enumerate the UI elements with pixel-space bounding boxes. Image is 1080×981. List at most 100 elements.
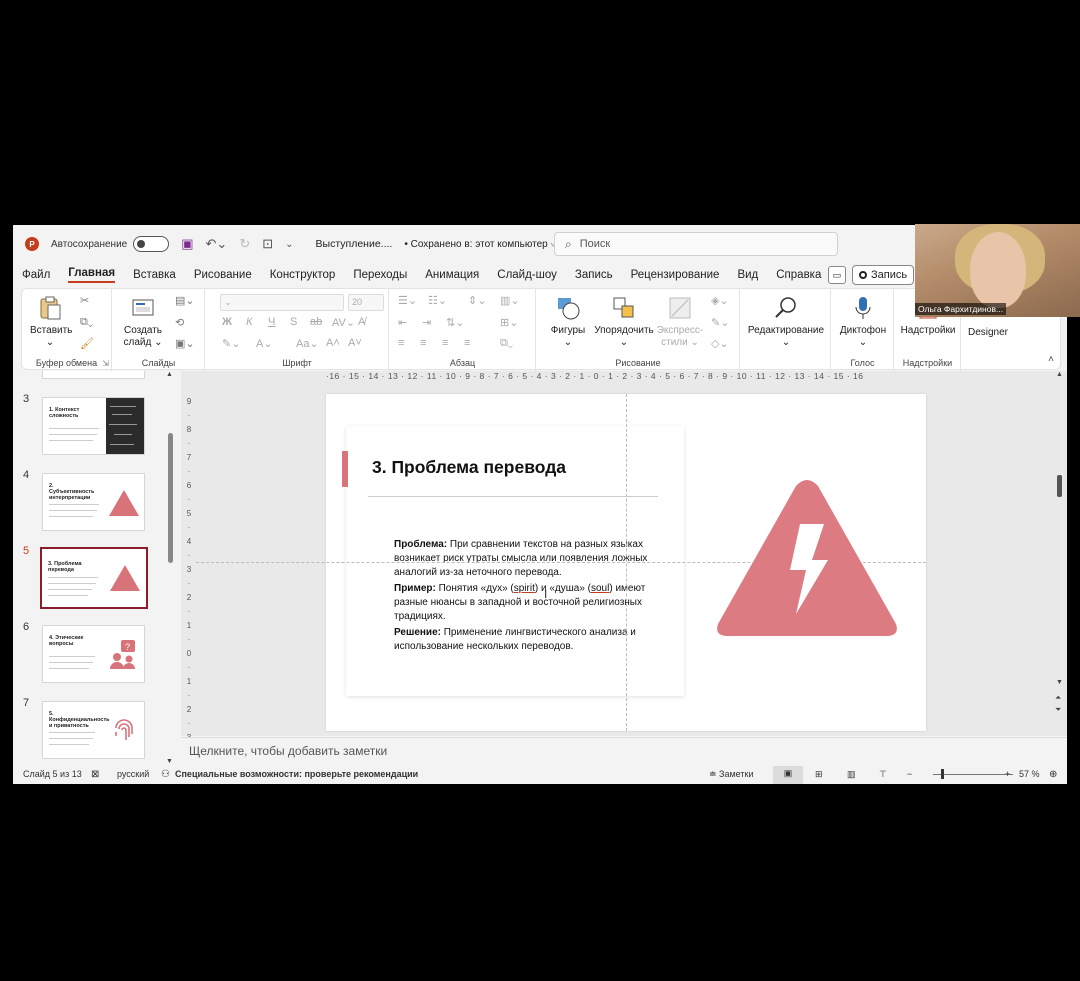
tab-review[interactable]: Рецензирование bbox=[631, 269, 720, 281]
font-size-combo[interactable]: 20 bbox=[348, 294, 384, 311]
columns-icon[interactable]: ▥⌄ bbox=[500, 294, 520, 307]
warning-lightning-icon[interactable] bbox=[714, 478, 900, 642]
shape-effects-icon[interactable]: ◇⌄ bbox=[711, 337, 729, 350]
zoom-level[interactable]: 57 % bbox=[1019, 769, 1040, 779]
tab-view[interactable]: Вид bbox=[737, 269, 758, 281]
editor-scrollbar[interactable]: ▲ ▼ ⏶ ⏷ bbox=[1053, 371, 1067, 736]
collapse-ribbon-icon[interactable]: ˄ bbox=[1048, 354, 1054, 365]
dictate-button[interactable]: Диктофон ⌄ bbox=[834, 295, 892, 349]
highlight-icon[interactable]: ✎⌄ bbox=[222, 337, 240, 350]
reading-view-icon[interactable]: ▥ bbox=[847, 769, 856, 780]
font-family-combo[interactable]: ⌄ bbox=[220, 294, 344, 311]
tab-slideshow[interactable]: Слайд-шоу bbox=[497, 269, 557, 281]
grow-font-icon[interactable]: A˄ bbox=[326, 337, 340, 349]
editor-scroll-down-icon[interactable]: ▼ bbox=[1056, 679, 1063, 686]
shapes-button[interactable]: Фигуры ⌄ bbox=[547, 295, 589, 349]
align-center-icon[interactable]: ≡ bbox=[420, 337, 426, 349]
smartart-icon[interactable]: ⧉⌄ bbox=[500, 337, 513, 350]
slide-title[interactable]: 3. Проблема перевода bbox=[372, 457, 566, 478]
cut-icon[interactable]: ✂ bbox=[80, 294, 89, 307]
accessibility-status[interactable]: Специальные возможности: проверьте реком… bbox=[175, 769, 418, 779]
shrink-font-icon[interactable]: A˅ bbox=[348, 337, 362, 349]
tab-transitions[interactable]: Переходы bbox=[353, 269, 407, 281]
zoom-out-icon[interactable]: − bbox=[907, 769, 912, 779]
accessibility-icon[interactable]: ⚇ bbox=[161, 769, 170, 780]
arrange-button[interactable]: Упорядочить ⌄ bbox=[593, 295, 655, 349]
thumbnail-slide-7[interactable]: 5. Конфиденциальность и приватность bbox=[42, 701, 145, 759]
zoom-slider-track[interactable] bbox=[933, 774, 1013, 775]
bullets-icon[interactable]: ☰⌄ bbox=[398, 294, 417, 307]
strikethrough-icon[interactable]: ab bbox=[310, 316, 322, 328]
document-title[interactable]: Выступление.... bbox=[316, 238, 393, 250]
tab-help[interactable]: Справка bbox=[776, 269, 821, 281]
scroll-down-icon[interactable]: ▼ bbox=[166, 758, 173, 765]
save-icon[interactable]: ▣ bbox=[181, 236, 193, 252]
quick-access-more-icon[interactable]: ⌄ bbox=[285, 239, 293, 250]
align-right-icon[interactable]: ≡ bbox=[442, 337, 448, 349]
scroll-up-icon[interactable]: ▲ bbox=[166, 371, 173, 378]
clipboard-launcher-icon[interactable]: ⇲ bbox=[102, 359, 109, 368]
designer-button[interactable]: Designer bbox=[964, 327, 1012, 339]
present-icon[interactable]: ⊡ bbox=[262, 236, 273, 252]
font-color-icon[interactable]: A⌄ bbox=[256, 337, 273, 350]
thumbnail-slide-5-selected[interactable]: 3. Проблема перевода bbox=[40, 547, 148, 609]
undo-icon[interactable]: ↶⌄ bbox=[206, 236, 228, 252]
save-status[interactable]: • Сохранено в: этот компьютер ⌵ bbox=[404, 239, 558, 250]
tab-draw[interactable]: Рисование bbox=[194, 269, 252, 281]
tab-record[interactable]: Запись bbox=[575, 269, 613, 281]
numbering-icon[interactable]: ☷⌄ bbox=[428, 294, 447, 307]
zoom-slider-thumb[interactable] bbox=[941, 769, 944, 779]
zoom-in-icon[interactable]: + bbox=[1005, 769, 1010, 779]
paste-button[interactable]: Вставить ⌄ bbox=[30, 295, 72, 349]
tab-insert[interactable]: Вставка bbox=[133, 269, 176, 281]
redo-icon[interactable]: ↻ bbox=[239, 236, 250, 252]
layout-icon[interactable]: ▤⌄ bbox=[175, 294, 195, 307]
editing-button[interactable]: Редактирование ⌄ bbox=[745, 295, 827, 349]
justify-icon[interactable]: ≡ bbox=[464, 337, 470, 349]
notes-pane[interactable]: Щелкните, чтобы добавить заметки bbox=[181, 737, 1067, 764]
spacing-icon[interactable]: AV⌄ bbox=[332, 316, 355, 329]
section-icon[interactable]: ▣⌄ bbox=[175, 337, 195, 350]
fit-slide-icon[interactable]: ⊕ bbox=[1049, 769, 1057, 780]
slideshow-view-icon[interactable]: ⊤ bbox=[879, 769, 887, 780]
shape-fill-icon[interactable]: ◈⌄ bbox=[711, 294, 729, 307]
align-left-icon[interactable]: ≡ bbox=[398, 337, 404, 349]
previous-slide-icon[interactable]: ⏶ bbox=[1055, 693, 1061, 703]
italic-icon[interactable]: К bbox=[246, 316, 252, 328]
search-box[interactable]: ⌕ Поиск bbox=[554, 232, 838, 256]
thumbnails-scroll-thumb[interactable] bbox=[168, 433, 173, 563]
notes-toggle[interactable]: ≐ Заметки bbox=[709, 769, 753, 780]
tab-file[interactable]: Файл bbox=[22, 269, 50, 281]
next-slide-icon[interactable]: ⏷ bbox=[1055, 705, 1061, 715]
shadow-icon[interactable]: S bbox=[290, 316, 297, 328]
increase-indent-icon[interactable]: ⇥ bbox=[422, 316, 431, 329]
spellcheck-icon[interactable]: ⊠ bbox=[91, 769, 99, 780]
shape-outline-icon[interactable]: ✎⌄ bbox=[711, 316, 729, 329]
quick-styles-button[interactable]: Экспресс-стили ⌄ bbox=[655, 295, 705, 349]
reset-icon[interactable]: ⟲ bbox=[175, 316, 184, 329]
slide-canvas[interactable]: 3. Проблема перевода Проблема: При сравн… bbox=[196, 394, 926, 731]
record-button[interactable]: Запись bbox=[852, 265, 915, 285]
clear-format-icon[interactable]: A̸ bbox=[358, 316, 365, 328]
tab-home[interactable]: Главная bbox=[68, 267, 116, 283]
tab-animations[interactable]: Анимация bbox=[425, 269, 479, 281]
slide-counter[interactable]: Слайд 5 из 13 bbox=[23, 769, 82, 779]
change-case-icon[interactable]: Aa⌄ bbox=[296, 337, 319, 350]
comments-icon[interactable]: ▭ bbox=[828, 266, 846, 284]
thumbnails-scrollbar[interactable]: ▲ ▼ bbox=[166, 371, 176, 765]
normal-view-icon[interactable]: ▣ bbox=[773, 766, 803, 784]
thumbnail-slide-4[interactable]: 2. Субъективность интерпретации bbox=[42, 473, 145, 531]
thumbnail-slide-3[interactable]: 1. Контекст сложность bbox=[42, 397, 145, 455]
editor-scroll-up-icon[interactable]: ▲ bbox=[1056, 371, 1063, 378]
language-indicator[interactable]: русский bbox=[117, 769, 149, 779]
slide-body-text[interactable]: Проблема: При сравнении текстов на разны… bbox=[394, 538, 656, 656]
format-painter-icon[interactable]: 🖌 bbox=[80, 337, 94, 350]
bold-icon[interactable]: Ж bbox=[222, 316, 232, 328]
slide-sorter-icon[interactable]: ⊞ bbox=[815, 769, 823, 780]
line-spacing-icon[interactable]: ⇕⌄ bbox=[468, 294, 486, 307]
copy-icon[interactable]: ⧉⌄ bbox=[80, 316, 93, 329]
editor-scroll-thumb[interactable] bbox=[1057, 475, 1062, 497]
text-direction-icon[interactable]: ⇅⌄ bbox=[446, 316, 464, 329]
thumbnail-slide-2[interactable] bbox=[42, 371, 145, 379]
decrease-indent-icon[interactable]: ⇤ bbox=[398, 316, 407, 329]
